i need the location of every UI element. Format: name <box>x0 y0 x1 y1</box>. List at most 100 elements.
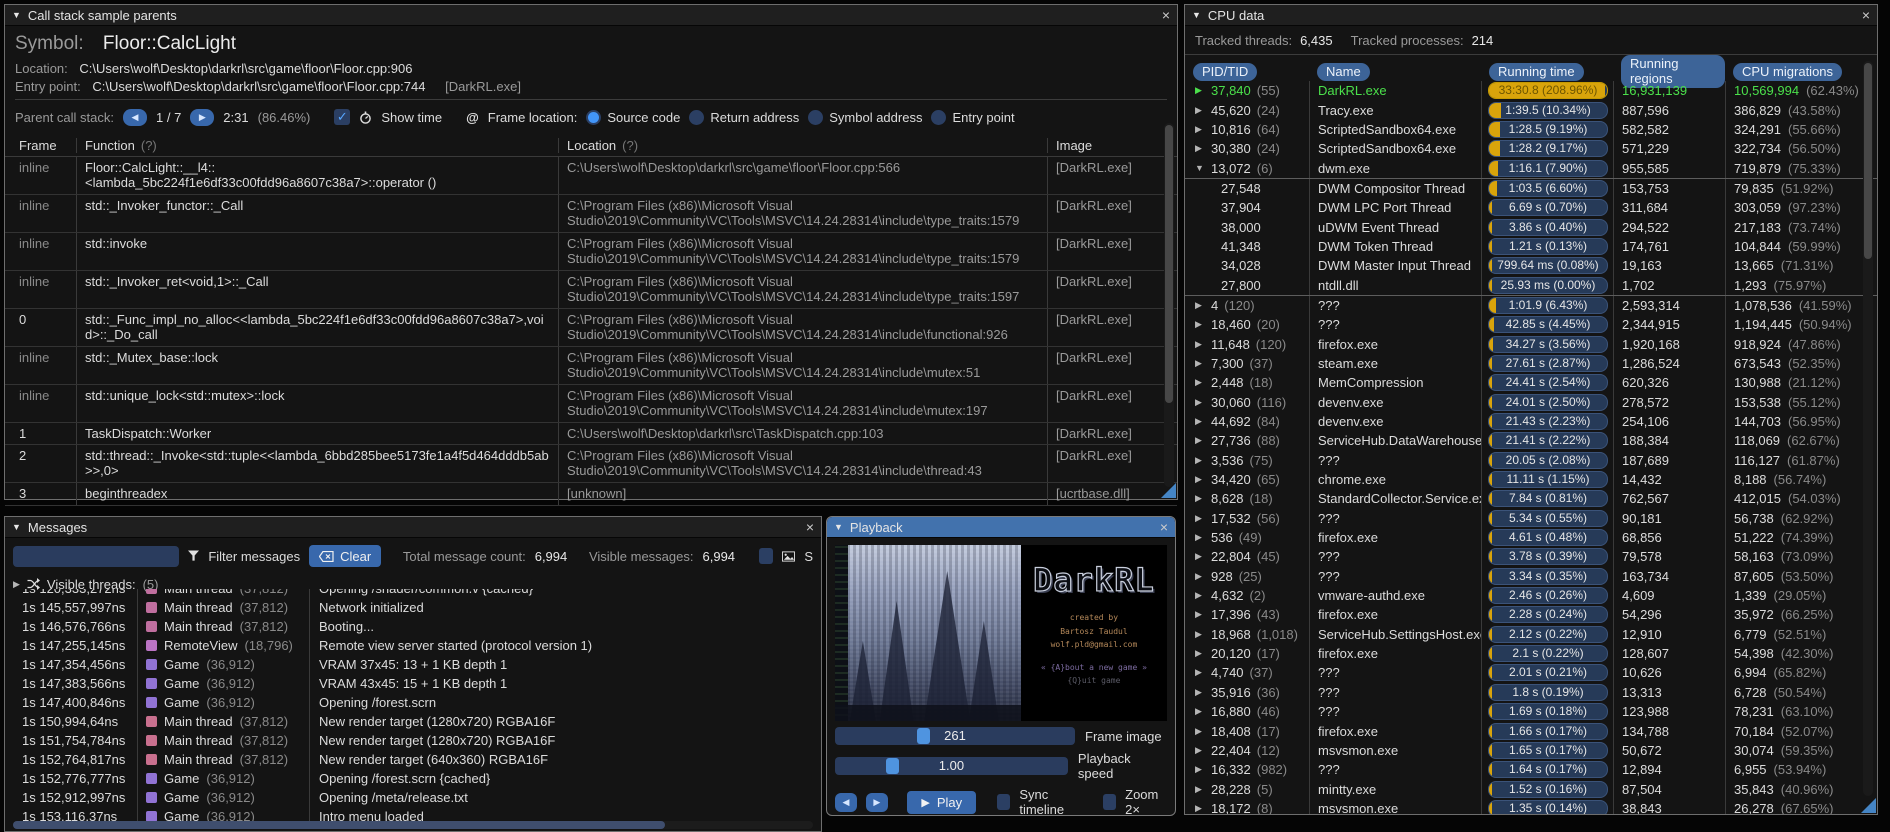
cpu-row[interactable]: ▶ 16,880 (46)??? 1.69 s (0.18%) 123,988 78,23… <box>1185 702 1877 722</box>
expander-icon[interactable]: ▶ <box>1195 803 1205 814</box>
expander-icon[interactable]: ▶ <box>1195 143 1205 154</box>
sync-timeline-checkbox[interactable] <box>997 794 1011 810</box>
expander-icon[interactable]: ▶ <box>1195 358 1205 369</box>
expander-icon[interactable]: ▶ <box>1195 124 1205 135</box>
callstack-row[interactable]: inline std::invoke C:\Program Files (x86)\… <box>5 233 1177 271</box>
column-location[interactable]: Location (?) <box>558 137 1047 153</box>
cpu-row[interactable]: 34,028 DWM Master Input Thread 799.64 ms (… <box>1185 256 1877 276</box>
cpu-row[interactable]: ▶ 18,408 (17) firefox.exe 1.66 s (0.17%) 134,… <box>1185 721 1877 741</box>
cpu-row[interactable]: ▶ 10,816 (64) ScriptedSandbox64.exe 1:28.5 (… <box>1185 119 1877 140</box>
collapse-icon[interactable]: ▼ <box>834 522 843 532</box>
expander-icon[interactable]: ▶ <box>1195 648 1205 659</box>
expander-icon[interactable]: ▶ <box>1195 435 1205 446</box>
message-row[interactable]: 1s 152,912,997ns Game (36,912) Opening /met… <box>5 788 821 807</box>
expander-icon[interactable]: ▶ <box>1195 609 1205 620</box>
expander-icon[interactable]: ▶ <box>1195 513 1205 524</box>
collapse-icon[interactable]: ▼ <box>12 10 21 20</box>
cpu-row[interactable]: ▶ 8,628 (18) StandardCollector.Service.exe 7… <box>1185 489 1877 509</box>
scrollbar-thumb[interactable] <box>1864 63 1872 259</box>
radio-icon[interactable] <box>931 109 947 125</box>
callstack-row[interactable]: inline std::_Invoker_functor::_Call C:\Pro… <box>5 195 1177 233</box>
cpu-row[interactable]: ▶ 16,332 (982)??? 1.64 s (0.17%) 12,894 6,955… <box>1185 760 1877 780</box>
cpu-row[interactable]: 38,000 uDWM Event Thread 3.86 s (0.40%) 294… <box>1185 217 1877 237</box>
expander-icon[interactable]: ▶ <box>1195 571 1205 582</box>
column-cpu-migrations[interactable]: CPU migrations <box>1733 62 1843 81</box>
expander-icon[interactable]: ▶ <box>13 579 20 590</box>
cpu-row[interactable]: ▶ 11,648 (120) firefox.exe 34.27 s (3.56%) 1,… <box>1185 334 1877 354</box>
message-row[interactable]: 1s 147,400,846ns Game (36,912) Opening /for… <box>5 693 821 712</box>
cpu-row[interactable]: ▶ 44,692 (84) devenv.exe 21.43 s (2.23%) 254,… <box>1185 411 1877 432</box>
callstack-row[interactable]: 2 std::thread::_Invoke<std::tuple<<lambda… <box>5 445 1177 483</box>
resize-grip[interactable] <box>1161 483 1176 498</box>
message-row[interactable]: 1s 152,776,777ns Game (36,912) Opening /for… <box>5 769 821 788</box>
show-images-checkbox[interactable] <box>758 548 774 564</box>
step-forward-button[interactable]: ▶ <box>865 792 888 812</box>
cpu-row[interactable]: 41,348 DWM Token Thread 1.21 s (0.13%) 174,… <box>1185 236 1877 257</box>
expander-icon[interactable]: ▶ <box>1195 300 1205 311</box>
callstack-row[interactable]: 1 TaskDispatch::Worker C:\Users\wolf\Deskt… <box>5 423 1177 445</box>
cpu-scrollbar[interactable] <box>1863 61 1873 796</box>
expander-icon[interactable]: ▶ <box>1195 474 1205 485</box>
expander-icon[interactable]: ▶ <box>1195 667 1205 678</box>
cpu-row[interactable]: ▶ 4,632 (2) vmware-authd.exe 2.46 s (0.26%) 4… <box>1185 585 1877 606</box>
cpu-row[interactable]: ▶ 18,460 (20)??? 42.85 s (4.45%) 2,344,915 1,… <box>1185 315 1877 335</box>
cpu-row[interactable]: ▶ 17,396 (43) firefox.exe 2.28 s (0.24%) 54,2… <box>1185 605 1877 625</box>
close-icon[interactable]: × <box>1162 8 1170 22</box>
expander-icon[interactable]: ▶ <box>1195 397 1205 408</box>
prev-parent-button[interactable]: ◀ <box>123 108 147 126</box>
cpu-row[interactable]: ▶ 4,740 (37)??? 2.01 s (0.21%) 10,626 6,994 (6… <box>1185 663 1877 683</box>
message-row[interactable]: 1s 150,994,64ns Main thread (37,812) New re… <box>5 712 821 731</box>
radio-icon[interactable] <box>586 109 602 125</box>
message-row[interactable]: 1s 120,333,272ns Main thread (37,812) Openi… <box>5 589 821 598</box>
cpu-row[interactable]: ▼ 13,072 (6) dwm.exe 1:16.1 (7.90%) 955,585 71… <box>1185 158 1877 179</box>
expander-icon[interactable]: ▶ <box>1195 590 1205 601</box>
message-row[interactable]: 1s 147,354,456ns Game (36,912) VRAM 37x45: … <box>5 655 821 674</box>
radio-entry-point[interactable]: Entry point <box>931 109 1015 125</box>
filter-input[interactable] <box>13 545 180 567</box>
cpu-row[interactable]: ▶ 17,532 (56)??? 5.34 s (0.55%) 90,181 56,738… <box>1185 508 1877 528</box>
cpu-row[interactable]: ▶ 7,300 (37) steam.exe 27.61 s (2.87%) 1,286,… <box>1185 353 1877 374</box>
message-row[interactable]: 1s 146,576,766ns Main thread (37,812) Booti… <box>5 617 821 636</box>
cpu-row[interactable]: ▶ 2,448 (18) MemCompression 24.41 s (2.54%) 6… <box>1185 373 1877 393</box>
message-row[interactable]: 1s 151,754,784ns Main thread (37,812) New r… <box>5 731 821 750</box>
collapse-icon[interactable]: ▼ <box>1192 10 1201 20</box>
cpu-row[interactable]: ▶ 536 (49) firefox.exe 4.61 s (0.48%) 68,856 5… <box>1185 527 1877 548</box>
cpu-row[interactable]: ▶ 928 (25)??? 3.34 s (0.35%) 163,734 87,605 (5… <box>1185 566 1877 586</box>
cpu-row[interactable]: ▶ 4 (120)??? 1:01.9 (6.43%) 2,593,314 1,078,5… <box>1185 295 1877 316</box>
close-icon[interactable]: × <box>1160 520 1168 534</box>
show-time-checkbox[interactable]: ✓ <box>334 109 351 125</box>
cpu-row[interactable]: ▶ 28,228 (5) mintty.exe 1.52 s (0.16%) 87,504… <box>1185 779 1877 799</box>
expander-icon[interactable]: ▶ <box>1195 532 1205 543</box>
expander-icon[interactable]: ▶ <box>1195 745 1205 756</box>
cpu-row[interactable]: ▶ 20,120 (17) firefox.exe 2.1 s (0.22%) 128,6… <box>1185 643 1877 664</box>
close-icon[interactable]: × <box>1862 8 1870 22</box>
expander-icon[interactable]: ▶ <box>1195 416 1205 427</box>
callstack-row[interactable]: 3 beginthreadex [unknown] [ucrtbase.dll] <box>5 483 1177 506</box>
callstack-row[interactable]: inline std::_Invoker_ret<void,1>::_Call C:… <box>5 271 1177 309</box>
message-row[interactable]: 1s 147,383,566ns Game (36,912) VRAM 43x45: … <box>5 674 821 693</box>
resize-grip[interactable] <box>1861 798 1876 813</box>
frame-slider[interactable]: 261 <box>835 727 1075 745</box>
playback-titlebar[interactable]: ▼ Playback × <box>827 517 1175 538</box>
cpu-row[interactable]: ▶ 22,804 (45)??? 3.78 s (0.39%) 79,578 58,163… <box>1185 547 1877 567</box>
cpu-row[interactable]: ▶ 22,404 (12) msvsmon.exe 1.65 s (0.17%) 50,6… <box>1185 740 1877 761</box>
radio-return-address[interactable]: Return address <box>689 109 799 125</box>
expander-icon[interactable]: ▶ <box>1195 706 1205 717</box>
column-function[interactable]: Function (?) <box>76 137 558 153</box>
cpu-row[interactable]: 27,548 DWM Compositor Thread 1:03.5 (6.60%… <box>1185 178 1877 199</box>
cpu-titlebar[interactable]: ▼ CPU data × <box>1185 5 1877 26</box>
expander-icon[interactable]: ▶ <box>1195 105 1205 116</box>
cpu-row[interactable]: ▶ 35,916 (36)??? 1.8 s (0.19%) 13,313 6,728 (5… <box>1185 682 1877 702</box>
step-back-button[interactable]: ◀ <box>835 792 857 812</box>
expander-icon[interactable]: ▶ <box>1195 85 1205 96</box>
cpu-row[interactable]: ▶ 37,840 (55) DarkRL.exe 33:30.8 (208.96%) 16… <box>1185 81 1877 101</box>
column-image[interactable]: Image <box>1047 137 1177 153</box>
column-name[interactable]: Name <box>1317 62 1370 81</box>
cpu-row[interactable]: ▶ 30,060 (116) devenv.exe 24.01 s (2.50%) 278… <box>1185 392 1877 412</box>
cpu-row[interactable]: 27,800 ntdll.dll 25.93 ms (0.00%) 1,702 1,29… <box>1185 275 1877 296</box>
column-frame[interactable]: Frame <box>5 138 76 153</box>
callstack-row[interactable]: inline Floor::CalcLight::__l4::<lambda_5b… <box>5 157 1177 195</box>
clear-button[interactable]: Clear <box>309 545 382 567</box>
column-pid-tid[interactable]: PID/TID <box>1193 62 1258 81</box>
scrollbar-thumb[interactable] <box>13 821 665 829</box>
